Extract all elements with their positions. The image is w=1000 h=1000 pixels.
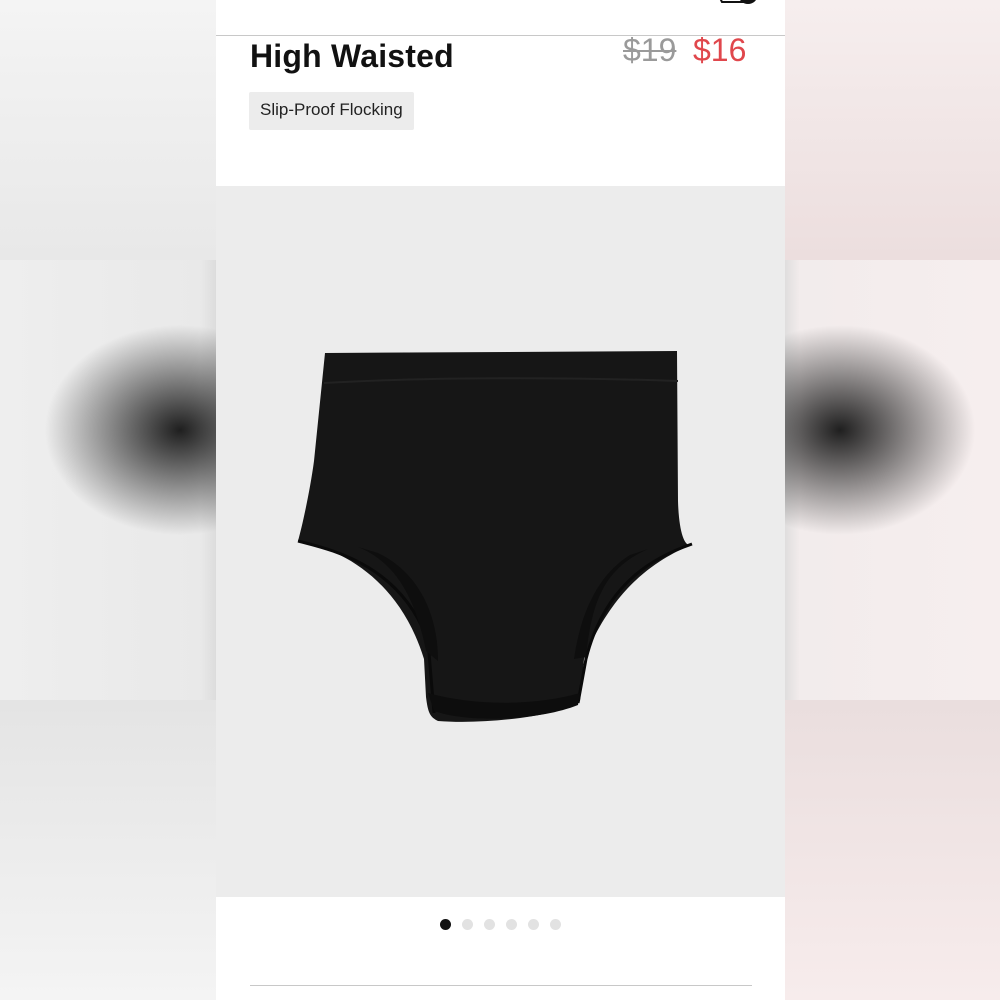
backdrop-top-right bbox=[784, 0, 1000, 260]
product-image-carousel[interactable] bbox=[216, 186, 785, 897]
cart-icon[interactable] bbox=[716, 0, 760, 10]
carousel-dots bbox=[440, 919, 561, 930]
carousel-dot-2[interactable] bbox=[462, 919, 473, 930]
carousel-dot-3[interactable] bbox=[484, 919, 495, 930]
original-price: $19 bbox=[623, 32, 677, 68]
sale-price: $16 bbox=[693, 32, 747, 68]
section-divider bbox=[250, 985, 752, 986]
carousel-dot-1[interactable] bbox=[440, 919, 451, 930]
carousel-dot-5[interactable] bbox=[528, 919, 539, 930]
product-screen: High Waisted $19 $16 Slip-Proof Flocking bbox=[216, 0, 785, 1000]
backdrop-bottom-left bbox=[0, 700, 216, 1000]
backdrop-top-left bbox=[0, 0, 216, 260]
backdrop-bottom-right bbox=[784, 700, 1000, 1000]
product-title: High Waisted bbox=[250, 38, 454, 74]
carousel-dot-4[interactable] bbox=[506, 919, 517, 930]
product-image bbox=[297, 351, 693, 722]
feature-tag: Slip-Proof Flocking bbox=[249, 92, 414, 130]
carousel-dot-6[interactable] bbox=[550, 919, 561, 930]
